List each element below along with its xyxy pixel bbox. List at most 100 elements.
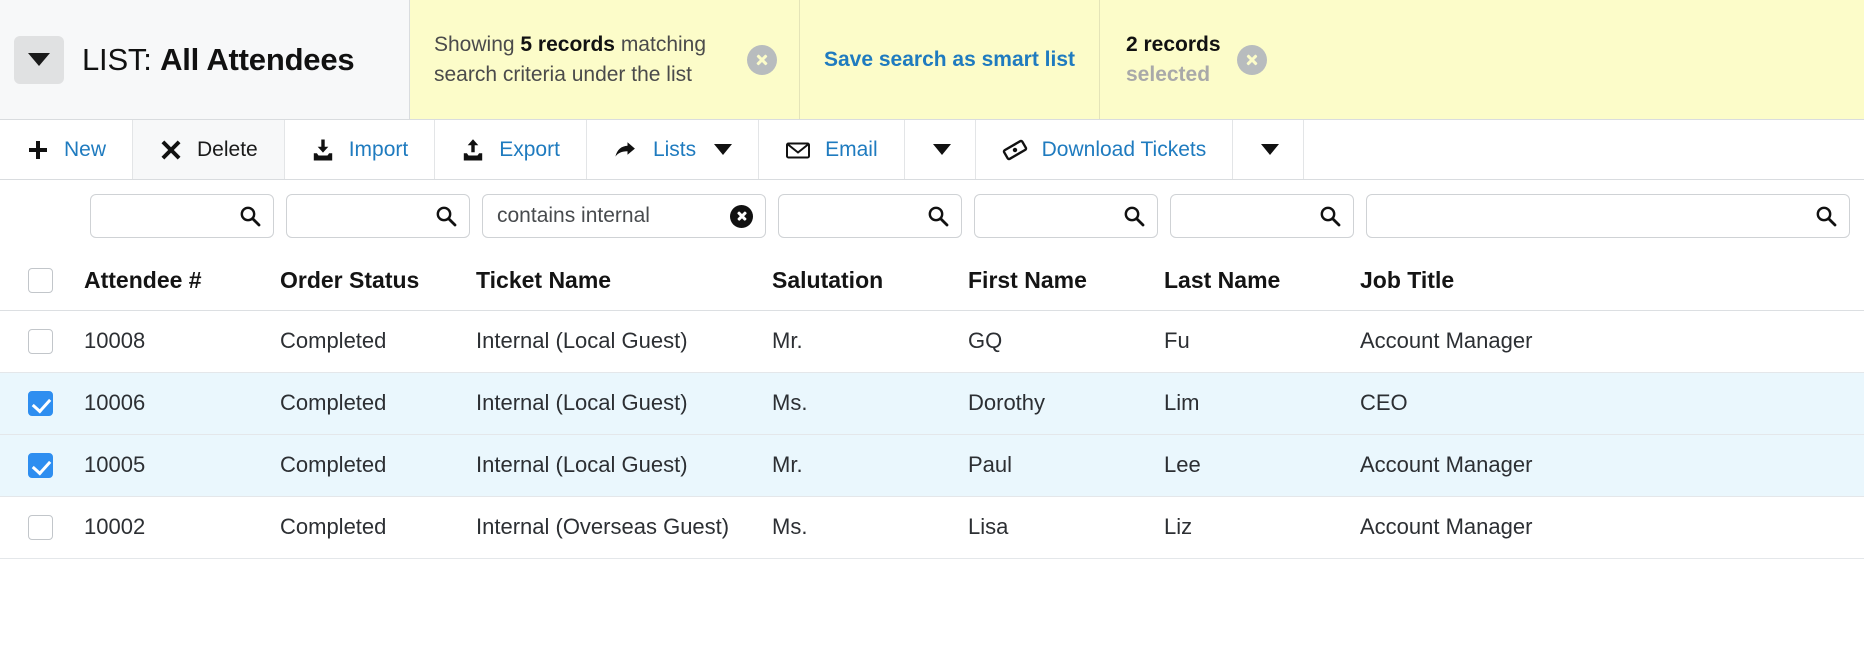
save-search-cell[interactable]: Save search as smart list: [800, 0, 1100, 119]
filter-cell-order-status: [280, 194, 476, 238]
column-header-attendee-number[interactable]: Attendee #: [84, 252, 280, 311]
email-button-label: Email: [825, 137, 878, 161]
filter-cell-salutation: [772, 194, 968, 238]
import-button-label: Import: [348, 137, 409, 161]
cell-ticket-name: Internal (Local Guest): [476, 434, 772, 497]
cell-ticket-name: Internal (Overseas Guest): [476, 496, 772, 559]
showing-count: 5 records: [520, 32, 615, 56]
list-dropdown-button[interactable]: [14, 35, 64, 84]
filter-cell-job-title: [1360, 194, 1864, 238]
search-icon: [1815, 205, 1837, 227]
download-tickets-button[interactable]: Download Tickets: [975, 120, 1234, 179]
cell-last-name: Lee: [1164, 434, 1360, 497]
filter-input-order-status[interactable]: [286, 194, 470, 238]
cell-job-title: Account Manager: [1360, 496, 1864, 559]
column-header-order-status[interactable]: Order Status: [280, 252, 476, 311]
cross-icon: [159, 138, 183, 162]
cell-attendee-number: 10002: [84, 496, 280, 559]
ticket-icon: [1002, 138, 1028, 162]
list-label: LIST:: [82, 41, 152, 77]
cell-last-name: Lim: [1164, 372, 1360, 435]
row-checkbox[interactable]: [28, 390, 53, 416]
cell-attendee-number: 10008: [84, 310, 280, 373]
cell-salutation: Ms.: [772, 496, 968, 559]
filter-value-ticket-name: contains internal: [497, 204, 650, 227]
new-button-label: New: [64, 137, 107, 161]
download-tickets-dropdown-button[interactable]: [1233, 120, 1305, 179]
search-icon: [1319, 205, 1341, 227]
share-arrow-icon: [613, 138, 639, 162]
clear-selection-icon[interactable]: [1236, 44, 1267, 75]
search-icon: [435, 205, 457, 227]
table-row[interactable]: 10006 Completed Internal (Local Guest) M…: [0, 372, 1864, 435]
row-checkbox-cell[interactable]: [0, 434, 84, 497]
filter-input-attendee-number[interactable]: [90, 194, 274, 238]
filter-input-last-name[interactable]: [1170, 194, 1354, 238]
showing-records-text: Showing 5 records matching search criter…: [434, 30, 733, 90]
chevron-down-icon: [1261, 144, 1280, 155]
search-icon: [239, 205, 261, 227]
row-checkbox-cell[interactable]: [0, 372, 84, 435]
cell-ticket-name: Internal (Local Guest): [476, 310, 772, 373]
column-header-job-title[interactable]: Job Title: [1360, 252, 1864, 311]
filter-input-ticket-name[interactable]: contains internal: [482, 194, 766, 238]
search-icon: [927, 205, 949, 227]
page-title: LIST: All Attendees: [82, 41, 355, 78]
envelope-icon: [785, 138, 811, 162]
column-header-last-name[interactable]: Last Name: [1164, 252, 1360, 311]
lists-button[interactable]: Lists: [586, 120, 760, 179]
search-icon: [1123, 205, 1145, 227]
chevron-down-icon: [714, 144, 733, 155]
selected-count: 2 records: [1126, 32, 1221, 56]
cell-last-name: Liz: [1164, 496, 1360, 559]
cell-order-status: Completed: [280, 372, 476, 435]
table-row[interactable]: 10008 Completed Internal (Local Guest) M…: [0, 310, 1864, 373]
status-banner: Showing 5 records matching search criter…: [410, 0, 1864, 119]
filter-input-job-title[interactable]: [1366, 194, 1850, 238]
chevron-down-icon: [932, 144, 951, 155]
cell-first-name: GQ: [968, 310, 1164, 373]
table-header-row: Attendee # Order Status Ticket Name Salu…: [0, 252, 1864, 311]
showing-records-cell: Showing 5 records matching search criter…: [410, 0, 800, 119]
cell-salutation: Ms.: [772, 372, 968, 435]
email-button[interactable]: Email: [759, 120, 905, 179]
cell-order-status: Completed: [280, 434, 476, 497]
list-selector[interactable]: LIST: All Attendees: [0, 0, 410, 119]
cell-order-status: Completed: [280, 310, 476, 373]
select-all-checkbox[interactable]: [28, 268, 53, 294]
email-dropdown-button[interactable]: [904, 120, 976, 179]
import-button[interactable]: Import: [284, 120, 436, 179]
clear-circle-icon[interactable]: [730, 204, 753, 228]
filter-input-salutation[interactable]: [778, 194, 962, 238]
save-search-as-smart-list-link[interactable]: Save search as smart list: [824, 45, 1075, 75]
records-selected-cell: 2 records selected: [1100, 0, 1864, 119]
export-button-label: Export: [499, 137, 560, 161]
filter-cell-attendee-number: [84, 194, 280, 238]
row-checkbox-cell[interactable]: [0, 310, 84, 373]
column-header-first-name[interactable]: First Name: [968, 252, 1164, 311]
select-all-header[interactable]: [0, 252, 84, 311]
column-header-ticket-name[interactable]: Ticket Name: [476, 252, 772, 311]
row-checkbox[interactable]: [28, 452, 53, 478]
import-download-icon: [311, 138, 335, 162]
cell-job-title: Account Manager: [1360, 434, 1864, 497]
export-button[interactable]: Export: [435, 120, 587, 179]
cell-order-status: Completed: [280, 496, 476, 559]
attendees-table: Attendee # Order Status Ticket Name Salu…: [0, 252, 1864, 559]
lists-button-label: Lists: [652, 137, 697, 161]
selected-word: selected: [1126, 62, 1211, 86]
row-checkbox[interactable]: [28, 328, 53, 354]
filter-cell-ticket-name: contains internal: [476, 194, 772, 238]
row-checkbox-cell[interactable]: [0, 496, 84, 559]
attendee-list-screen: LIST: All Attendees Showing 5 records ma…: [0, 0, 1864, 662]
dismiss-search-icon[interactable]: [747, 44, 777, 75]
table-row[interactable]: 10005 Completed Internal (Local Guest) M…: [0, 434, 1864, 497]
cell-attendee-number: 10006: [84, 372, 280, 435]
delete-button[interactable]: Delete: [133, 120, 285, 179]
filter-input-first-name[interactable]: [974, 194, 1158, 238]
new-button[interactable]: New: [0, 120, 134, 179]
row-checkbox[interactable]: [28, 514, 53, 540]
table-row[interactable]: 10002 Completed Internal (Overseas Guest…: [0, 496, 1864, 559]
column-header-salutation[interactable]: Salutation: [772, 252, 968, 311]
cell-ticket-name: Internal (Local Guest): [476, 372, 772, 435]
